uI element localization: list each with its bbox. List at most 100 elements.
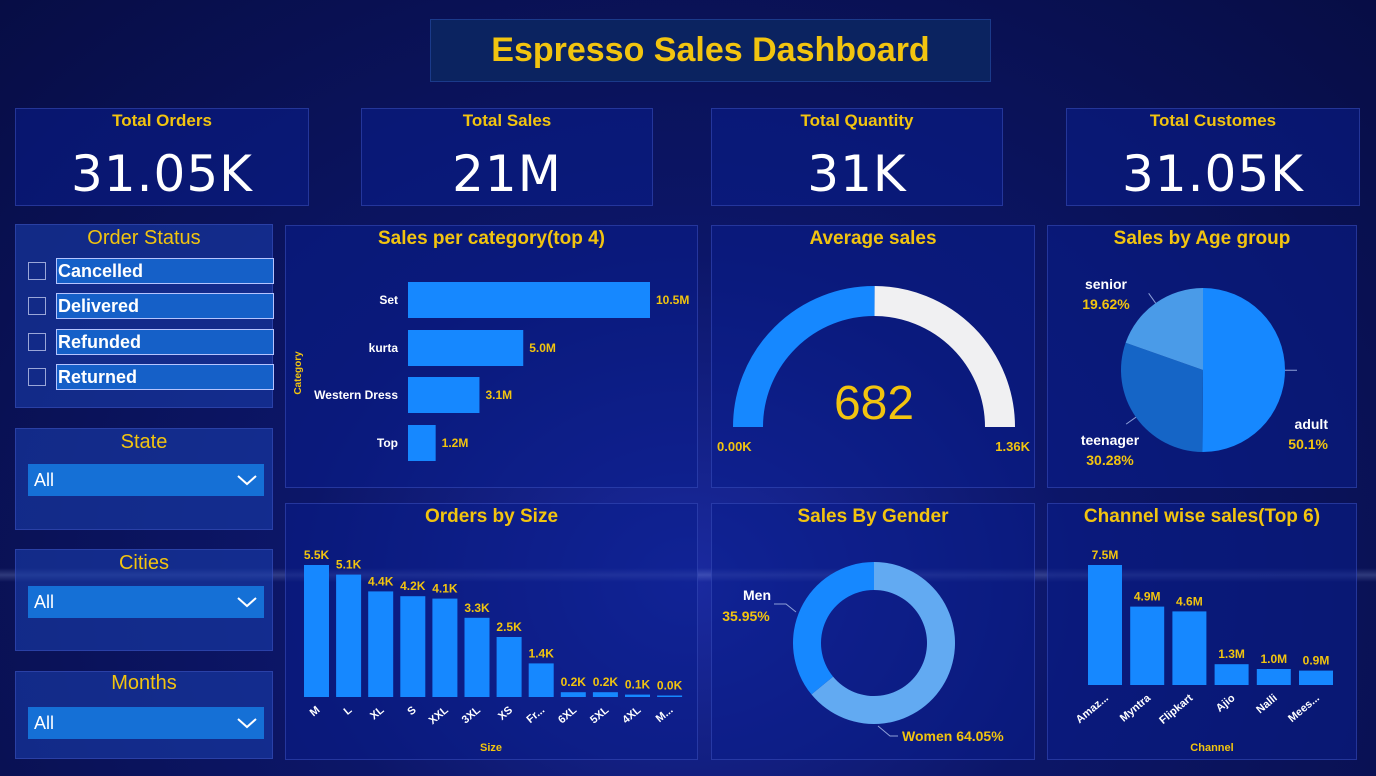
slice-value-label: 30.28% (1086, 452, 1134, 468)
bar (408, 377, 480, 413)
bar (1130, 606, 1165, 685)
bar (368, 591, 394, 697)
category-tick-label: M (308, 704, 323, 719)
channel-sales-chart: 7.5M Amaz... 4.9M Myntra 4.6M Flipkart 1.3M Aji… (1074, 548, 1333, 754)
y-axis-title: Category (293, 351, 304, 395)
category-tick-label: 5XL (588, 704, 611, 726)
category-tick-label: Top (377, 436, 398, 450)
data-label: 4.9M (1134, 590, 1161, 604)
status-option-cancelled[interactable]: Cancelled (28, 258, 274, 284)
cities-dropdown[interactable]: All (28, 586, 264, 618)
slice-value-label: 19.62% (1082, 296, 1130, 312)
donut-slice (793, 562, 874, 695)
bar (464, 617, 490, 697)
category-tick-label: Flipkart (1157, 692, 1195, 727)
sales-per-category-chart: Set 10.5M kurta 5.0M Western Dress 3.1M Top 1.2… (293, 282, 689, 461)
kpi-value: 31.05K (1122, 145, 1304, 203)
category-tick-label: Mees... (1286, 692, 1322, 725)
state-title: State (120, 431, 168, 453)
checkbox[interactable] (28, 368, 46, 386)
months-dropdown[interactable]: All (28, 707, 264, 739)
data-label: 1.0M (1260, 652, 1287, 666)
data-label: 0.1K (625, 678, 651, 692)
category-tick-label: kurta (369, 341, 399, 355)
data-label: 3.3K (464, 601, 490, 615)
category-tick-label: Fr... (524, 704, 547, 726)
data-label: 1.2M (442, 436, 469, 450)
bar (336, 574, 362, 697)
category-tick-label: M... (654, 704, 676, 725)
data-label: 0.2K (561, 675, 587, 689)
slice-name-label: senior (1085, 276, 1128, 292)
kpi-label: Total Quantity (800, 111, 914, 130)
kpi-label: Total Customes (1149, 111, 1277, 130)
bar (1256, 669, 1291, 685)
category-tick-label: XXL (427, 704, 451, 727)
kpi-value: 31K (807, 145, 907, 203)
bar (408, 330, 524, 366)
data-label: 7.5M (1092, 548, 1119, 562)
data-label: 2.5K (496, 620, 522, 634)
checkbox[interactable] (28, 262, 46, 280)
order-status-title: Order Status (87, 227, 201, 249)
pie-slice (1202, 288, 1286, 452)
kpi-value: 21M (452, 145, 562, 203)
data-label: 4.1K (432, 582, 458, 596)
category-tick-label: 4XL (620, 704, 643, 726)
data-label: 1.3M (1218, 647, 1245, 661)
status-option-refunded[interactable]: Refunded (28, 329, 274, 355)
cities-slicer: Cities All (15, 549, 273, 651)
data-label: 0.9M (1303, 654, 1330, 668)
state-dropdown-value: All (34, 469, 55, 490)
category-tick-label: Set (379, 293, 398, 307)
bar (408, 282, 650, 318)
data-label: 3.1M (485, 388, 512, 402)
age-group-panel: Sales by Age group adult 50.1% teenager 30.… (1047, 225, 1357, 488)
category-tick-label: 3XL (460, 704, 483, 726)
state-dropdown[interactable]: All (28, 464, 264, 496)
status-option-label[interactable]: Cancelled (56, 258, 274, 284)
status-option-delivered[interactable]: Delivered (28, 293, 274, 319)
checkbox[interactable] (28, 297, 46, 315)
sales-by-gender-panel: Sales By Gender Women 64.05% Men 35.95% (711, 503, 1035, 760)
data-label: 4.4K (368, 574, 394, 588)
category-tick-label: Nalli (1254, 692, 1280, 716)
leader-line (877, 725, 898, 737)
category-tick-label: Myntra (1118, 692, 1154, 725)
bar (304, 565, 329, 697)
kpi-card-total-orders: Total Orders 31.05K (15, 108, 309, 206)
bar (592, 692, 618, 697)
bar (1088, 565, 1122, 685)
bar (1214, 664, 1249, 685)
data-label: 1.4K (529, 646, 555, 660)
slice-name-label: adult (1295, 416, 1329, 432)
average-sales-panel: Average sales 682 0.00K 1.36K (711, 225, 1035, 488)
leader-line (1125, 416, 1137, 425)
slice-label: Women 64.05% (902, 728, 1004, 744)
status-option-returned[interactable]: Returned (28, 364, 274, 390)
category-tick-label: XS (496, 704, 515, 723)
bar (625, 694, 650, 697)
category-tick-label: 6XL (556, 704, 579, 726)
bar (528, 663, 554, 697)
x-axis-title: Size (480, 742, 502, 754)
chevron-down-icon (237, 475, 257, 486)
status-option-label[interactable]: Refunded (56, 329, 274, 355)
data-label: 0.2K (593, 675, 619, 689)
data-label: 5.0M (529, 341, 556, 355)
slice-value-label: 35.95% (722, 608, 770, 624)
sales-by-gender-donut: Women 64.05% Men 35.95% (722, 562, 1004, 744)
kpi-card-total-customers: Total Customes 31.05K (1066, 108, 1360, 206)
kpi-card-total-sales: Total Sales 21M (361, 108, 653, 206)
kpi-card-total-quantity: Total Quantity 31K (711, 108, 1003, 206)
data-label: 5.1K (336, 558, 362, 572)
status-option-label[interactable]: Returned (56, 364, 274, 390)
slice-name-label: teenager (1081, 432, 1140, 448)
checkbox[interactable] (28, 333, 46, 351)
bar (1172, 611, 1207, 685)
bar (657, 695, 683, 697)
category-tick-label: Western Dress (314, 388, 398, 402)
status-option-label[interactable]: Delivered (56, 293, 274, 319)
data-label: 5.5K (304, 548, 330, 562)
dashboard-title-box: Espresso Sales Dashboard (430, 19, 991, 82)
